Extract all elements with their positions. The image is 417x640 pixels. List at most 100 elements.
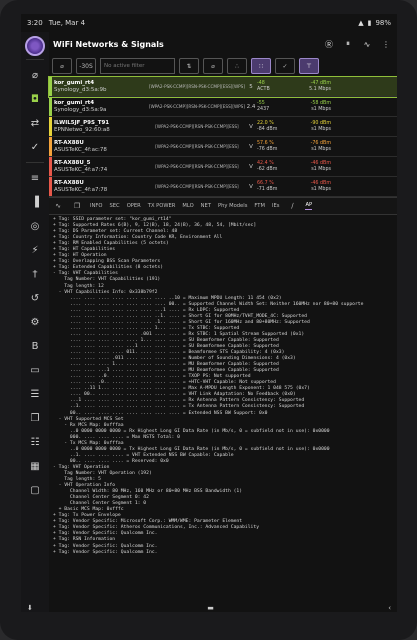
bars-icon[interactable]: ▐: [28, 195, 42, 209]
nav-bar: ⬇ ▬ ‹: [21, 600, 397, 616]
status-date: Tue, Mar 4: [48, 19, 86, 27]
network-name: kor_gumi_rt4 Synology_d3:5a:9b: [54, 80, 149, 94]
network-row[interactable]: kor_gumi_rt4 Synology_d3:5a:9a [WPA2-PSK-C…: [49, 97, 397, 117]
divider: [26, 162, 44, 163]
list-icon[interactable]: ☰: [28, 387, 42, 401]
network-row[interactable]: RT-AX88U ASUSTeKC_4f:a7:78 [WPA2-PSK-CCMP]…: [49, 177, 397, 197]
network-rate: -90 dBm s1 Mbps: [297, 121, 334, 133]
network-bssid: Synology_d3:5a:9a: [54, 106, 107, 113]
signal-color-bar: [49, 157, 52, 176]
grid-icon[interactable]: ▦: [28, 459, 42, 473]
tab-ap[interactable]: AP: [305, 202, 313, 210]
wifi-off-icon[interactable]: ⌀: [28, 68, 42, 82]
signal-color-bar: [49, 117, 52, 136]
settings-icon[interactable]: ⚙: [28, 315, 42, 329]
check-filter-icon[interactable]: ✓: [275, 58, 295, 74]
sort-icon[interactable]: ⇅: [179, 58, 199, 74]
network-band: V: [249, 183, 253, 190]
signal-color-bar: [49, 77, 52, 96]
main-panel: WiFi Networks & Signals Ⓡ ⏸ ∿ ⋮ ⌀ -30S N…: [48, 32, 397, 612]
network-signal: 66.7 % -71 dBm: [257, 181, 297, 193]
signal-freq: -62 dBm: [257, 166, 278, 172]
network-list: kor_gumi_rt4 Synology_d3:5a:9b [WPA2-PSK-C…: [48, 76, 397, 197]
network-ssid: RT-AX88U_5: [54, 159, 91, 166]
network-security: [WPA2-PSK-CCMP][RSN-PSK-CCMP][ESS][WPS]: [149, 104, 245, 109]
shield-icon[interactable]: ◘: [28, 92, 42, 106]
arrows-icon[interactable]: ⇄: [28, 116, 42, 130]
tab-mlo[interactable]: MLO: [182, 203, 193, 209]
pause-icon[interactable]: ⏸: [341, 37, 355, 51]
tab-sec[interactable]: SEC: [109, 203, 119, 209]
back-icon[interactable]: ‹: [388, 604, 391, 612]
bluetooth-icon[interactable]: B: [28, 339, 42, 353]
tab-ies[interactable]: IEs: [272, 203, 280, 209]
filter-input[interactable]: No active filter: [100, 58, 175, 74]
network-band: 2.4: [246, 103, 256, 110]
bolt-icon[interactable]: ⚡: [28, 243, 42, 257]
monitor-icon[interactable]: ▭: [28, 363, 42, 377]
network-ssid: RT-AX88U: [54, 179, 84, 186]
network-ssid: kor_gumi_rt4: [54, 79, 95, 86]
rate-mbps: 5.1 Mbps: [309, 86, 331, 92]
network-row[interactable]: RT-AX88U_5 ASUSTeKC_4f:a7:74 [WPA2-PSK-CCM…: [49, 157, 397, 177]
more-icon[interactable]: ⋮: [379, 37, 393, 51]
network-signal: 57.6 % -76 dBm: [257, 141, 297, 153]
network-row[interactable]: kor_gumi_rt4 Synology_d3:5a:9b [WPA2-PSK-C…: [48, 76, 397, 98]
tab-info[interactable]: INFO: [90, 203, 102, 209]
rate-mbps: s1 Mbps: [311, 126, 331, 132]
pin-icon[interactable]: ⊤: [299, 58, 319, 74]
chart-icon[interactable]: ∿: [360, 37, 374, 51]
signal-level-filter[interactable]: -30S: [76, 58, 96, 74]
wave-icon[interactable]: ∿: [52, 201, 64, 211]
signal-freq: -84 dBm: [257, 126, 278, 132]
no-wifi-icon[interactable]: ⌀: [203, 58, 223, 74]
signal-color-bar: [49, 177, 52, 196]
network-row[interactable]: ILWIL5JF_P9S_T91 EPNNetwo_92:60:a8 [WPA2-P…: [49, 117, 397, 137]
detail-tabs: ∿ ❐ INFO SEC OPER TX POWER MLO NET Phy Models F…: [49, 197, 397, 215]
tab-ftm[interactable]: FTM: [254, 203, 265, 209]
wifi-filter-icon[interactable]: ⌀: [52, 58, 72, 74]
tab-tx-power[interactable]: TX POWER: [148, 203, 176, 209]
signal-freq: -71 dBm: [257, 186, 278, 192]
network-rate: -76 dBm s1 Mbps: [297, 141, 334, 153]
tower-icon[interactable]: †: [28, 267, 42, 281]
network-band: V: [249, 123, 253, 130]
network-security: [WPA2-PSK-CCMP][RSN-PSK-CCMP][ESS]: [155, 184, 239, 189]
chart-tab-icon[interactable]: ∕: [286, 201, 298, 211]
network-name: kor_gumi_rt4 Synology_d3:5a:9a: [54, 100, 149, 114]
home-bar-icon[interactable]: ▬: [207, 604, 214, 612]
layers-tab-icon[interactable]: ❐: [71, 201, 83, 211]
signal-color-bar: [49, 97, 52, 116]
signal-freq: 2437: [257, 106, 270, 112]
divider: [26, 59, 44, 60]
tab-net[interactable]: NET: [201, 203, 211, 209]
filter-bar: ⌀ -30S No active filter ⇅ ⌀ ∴ ∷ ✓ ⊤: [49, 56, 397, 77]
wifi-icon[interactable]: ≡: [28, 171, 42, 185]
network-name: RT-AX88U ASUSTeKC_4f:ac:78: [54, 140, 149, 154]
network-row[interactable]: RT-AX88U ASUSTeKC_4f:ac:78 [WPA2-PSK-CCMP]…: [49, 137, 397, 157]
ie-detail-text: + Tag: SSID parameter set: "kor_gumi_rt1…: [53, 217, 364, 555]
tree-icon[interactable]: ∷: [251, 58, 271, 74]
network-security: [WPA2-PSK-CCMP][RSN-PSK-CCMP][ESS]: [155, 164, 239, 169]
tab-phy-models[interactable]: Phy Models: [218, 203, 247, 209]
app-logo-icon[interactable]: [25, 36, 45, 56]
network-security: [WPA2-PSK-CCMP][RSN-PSK-CCMP][ESS]: [155, 144, 239, 149]
history-icon[interactable]: ↺: [28, 291, 42, 305]
network-band: V: [249, 143, 253, 150]
check-icon[interactable]: ✓: [28, 140, 42, 154]
network-signal: -55 2437: [257, 101, 297, 113]
app-bar: WiFi Networks & Signals Ⓡ ⏸ ∿ ⋮: [49, 32, 397, 56]
network-bssid: Synology_d3:5a:9b: [54, 86, 107, 93]
layers-icon[interactable]: ❐: [28, 411, 42, 425]
target-icon[interactable]: ◎: [28, 219, 42, 233]
rate-mbps: s1 Mbps: [311, 186, 331, 192]
record-icon[interactable]: Ⓡ: [322, 37, 336, 51]
tab-oper[interactable]: OPER: [127, 203, 141, 209]
rate-mbps: s1 Mbps: [311, 146, 331, 152]
chat-icon[interactable]: ▢: [28, 483, 42, 497]
network-band: V: [249, 163, 253, 170]
network-name: RT-AX88U_5 ASUSTeKC_4f:a7:74: [54, 160, 149, 174]
download-icon[interactable]: ⬇: [27, 604, 33, 612]
doc-icon[interactable]: ☷: [28, 435, 42, 449]
group-icon[interactable]: ∴: [227, 58, 247, 74]
